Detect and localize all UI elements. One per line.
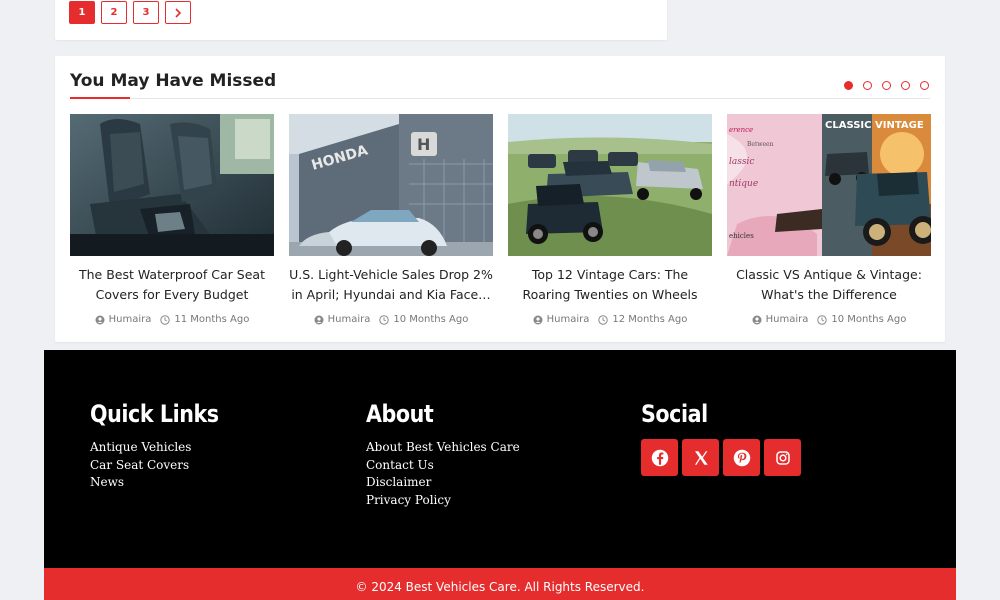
facebook-icon bbox=[651, 449, 668, 466]
user-icon bbox=[95, 315, 105, 324]
you-may-have-missed-section: You May Have Missed The Best Waterproof … bbox=[55, 56, 945, 342]
about-heading: About bbox=[366, 400, 434, 428]
footer-link-antique-vehicles[interactable]: Antique Vehicles bbox=[90, 439, 240, 457]
x-twitter-icon bbox=[694, 450, 708, 465]
post-meta: Humaira 10 Months Ago bbox=[289, 314, 493, 325]
pagination: 1 2 3 bbox=[69, 1, 191, 24]
footer-link-privacy[interactable]: Privacy Policy bbox=[366, 492, 520, 510]
title-accent-bar bbox=[70, 97, 130, 99]
clock-icon bbox=[598, 314, 609, 325]
vintage-cars-field-photo[interactable] bbox=[508, 114, 712, 256]
instagram-icon bbox=[775, 450, 790, 465]
slider-dots bbox=[844, 81, 929, 90]
post-card: The Best Waterproof Car Seat Covers for … bbox=[70, 114, 274, 325]
footer-link-contact[interactable]: Contact Us bbox=[366, 457, 520, 475]
clock-icon bbox=[379, 314, 390, 325]
collage-line-5-text: ehicles bbox=[729, 232, 754, 240]
pagination-card: 1 2 3 bbox=[55, 0, 667, 40]
footer-social: Social bbox=[641, 400, 801, 476]
post-card: CLASSIC VINTAGE erence Between lassic nt… bbox=[727, 114, 931, 325]
slider-dot-1[interactable] bbox=[844, 81, 853, 90]
quick-links-heading: Quick Links bbox=[90, 400, 219, 428]
user-icon bbox=[752, 315, 762, 324]
post-card: Top 12 Vintage Cars: The Roaring Twentie… bbox=[508, 114, 712, 325]
svg-text:H: H bbox=[417, 135, 430, 154]
honda-dealership-photo[interactable]: HONDA H bbox=[289, 114, 493, 256]
post-date: 11 Months Ago bbox=[174, 314, 250, 325]
site-footer: Quick Links Antique Vehicles Car Seat Co… bbox=[44, 350, 956, 568]
post-cards: The Best Waterproof Car Seat Covers for … bbox=[70, 114, 931, 325]
clock-icon bbox=[817, 314, 828, 325]
footer-link-about[interactable]: About Best Vehicles Care bbox=[366, 439, 520, 457]
post-date: 10 Months Ago bbox=[831, 314, 907, 325]
post-title[interactable]: U.S. Light-Vehicle Sales Drop 2% in Apri… bbox=[289, 265, 493, 305]
post-author[interactable]: Humaira bbox=[766, 314, 809, 325]
post-meta: Humaira 12 Months Ago bbox=[508, 314, 712, 325]
post-date: 10 Months Ago bbox=[393, 314, 469, 325]
slider-dot-5[interactable] bbox=[920, 81, 929, 90]
post-meta: Humaira 10 Months Ago bbox=[727, 314, 931, 325]
slider-dot-3[interactable] bbox=[882, 81, 891, 90]
footer-link-car-seat-covers[interactable]: Car Seat Covers bbox=[90, 457, 240, 475]
post-meta: Humaira 11 Months Ago bbox=[70, 314, 274, 325]
footer-quick-links: Quick Links Antique Vehicles Car Seat Co… bbox=[90, 400, 240, 492]
post-card: HONDA H U.S. Light-Vehicle Sales Drop 2%… bbox=[289, 114, 493, 325]
post-title[interactable]: The Best Waterproof Car Seat Covers for … bbox=[70, 265, 274, 305]
x-twitter-button[interactable] bbox=[682, 439, 719, 476]
collage-line-4-text: ntique bbox=[729, 179, 758, 189]
collage-line-2-text: Between bbox=[747, 141, 774, 148]
footer-link-news[interactable]: News bbox=[90, 474, 240, 492]
user-icon bbox=[314, 315, 324, 324]
clock-icon bbox=[160, 314, 171, 325]
next-page-button[interactable] bbox=[165, 1, 191, 24]
slider-dot-2[interactable] bbox=[863, 81, 872, 90]
facebook-button[interactable] bbox=[641, 439, 678, 476]
collage-line-3-text: lassic bbox=[729, 157, 754, 167]
copyright-bar: © 2024 Best Vehicles Care. All Rights Re… bbox=[44, 568, 956, 600]
instagram-button[interactable] bbox=[764, 439, 801, 476]
section-title: You May Have Missed bbox=[70, 71, 277, 91]
collage-heading-2-text: VINTAGE bbox=[875, 120, 924, 131]
chevron-right-icon bbox=[175, 7, 182, 18]
post-author[interactable]: Humaira bbox=[547, 314, 590, 325]
classic-vintage-antique-collage[interactable]: CLASSIC VINTAGE erence Between lassic nt… bbox=[727, 114, 931, 256]
title-divider bbox=[70, 98, 930, 99]
collage-line-1-text: erence bbox=[729, 126, 753, 134]
car-seat-cover-photo[interactable] bbox=[70, 114, 274, 256]
social-heading: Social bbox=[641, 400, 708, 428]
page-1-button[interactable]: 1 bbox=[69, 1, 95, 24]
post-author[interactable]: Humaira bbox=[328, 314, 371, 325]
pinterest-icon bbox=[733, 449, 750, 466]
footer-about: About About Best Vehicles Care Contact U… bbox=[366, 400, 520, 509]
post-author[interactable]: Humaira bbox=[109, 314, 152, 325]
post-title[interactable]: Top 12 Vintage Cars: The Roaring Twentie… bbox=[508, 265, 712, 305]
pinterest-button[interactable] bbox=[723, 439, 760, 476]
post-title[interactable]: Classic VS Antique & Vintage: What's the… bbox=[727, 265, 931, 305]
collage-heading-text: CLASSIC bbox=[825, 120, 871, 131]
post-date: 12 Months Ago bbox=[612, 314, 688, 325]
page-2-button[interactable]: 2 bbox=[101, 1, 127, 24]
slider-dot-4[interactable] bbox=[901, 81, 910, 90]
footer-link-disclaimer[interactable]: Disclaimer bbox=[366, 474, 520, 492]
page-3-button[interactable]: 3 bbox=[133, 1, 159, 24]
user-icon bbox=[533, 315, 543, 324]
